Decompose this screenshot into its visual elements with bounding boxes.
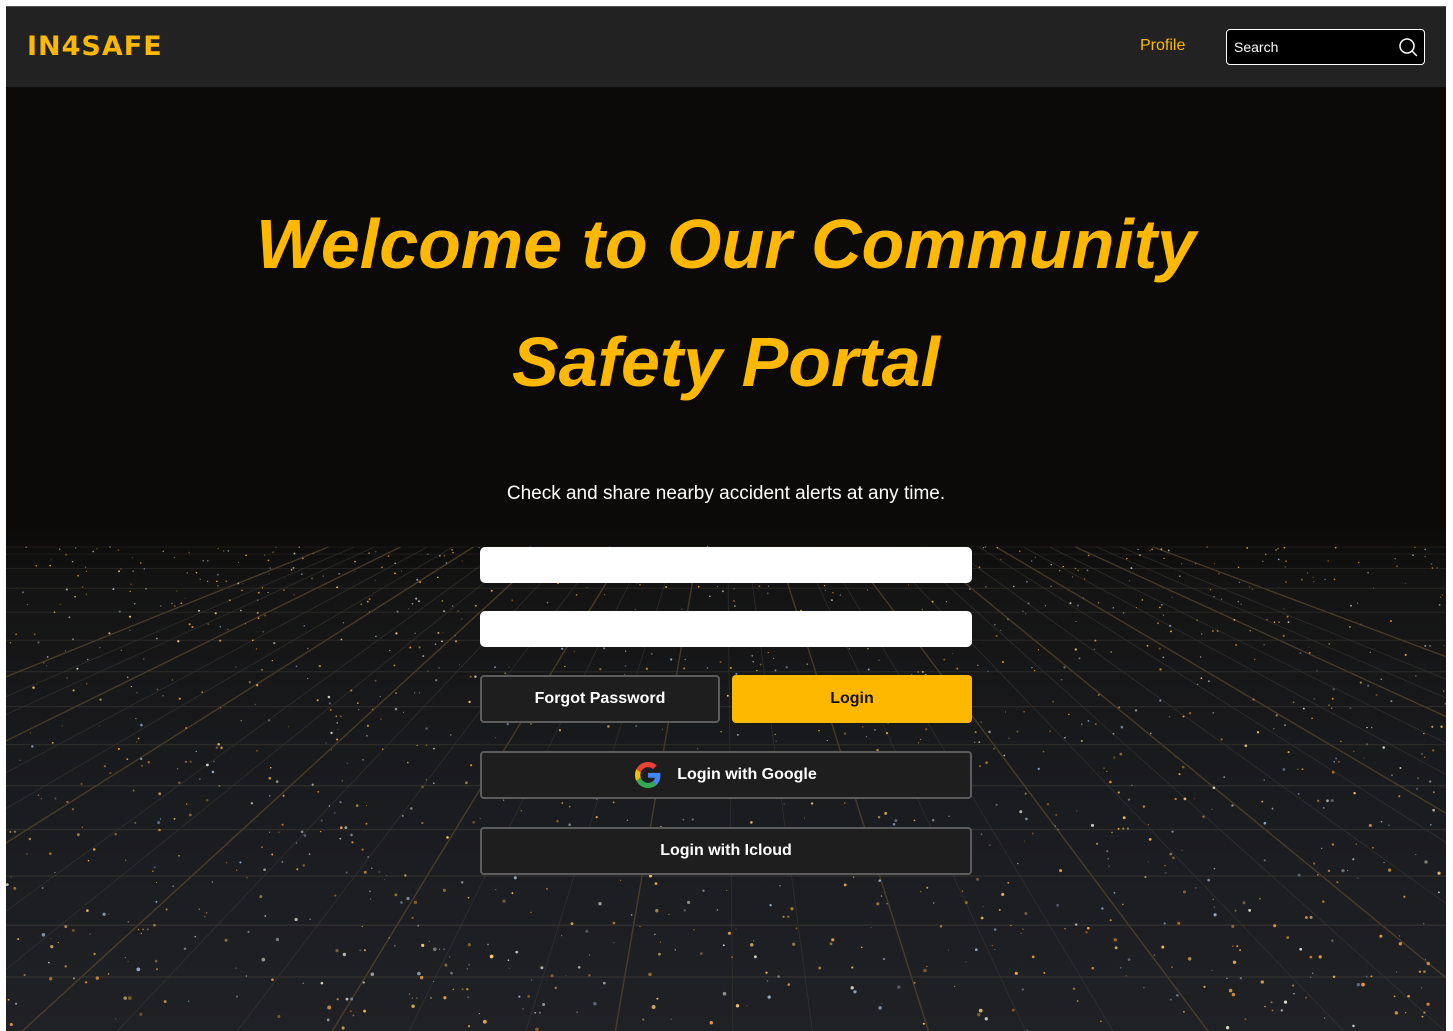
forgot-password-label: Forgot Password (534, 690, 666, 707)
login-with-icloud-label: Login with Icloud (660, 842, 792, 859)
password-field[interactable] (480, 611, 972, 647)
search-input[interactable] (1227, 30, 1387, 64)
page-title: Welcome to Our Community Safety Portal (6, 185, 1446, 421)
app-window: IN4SAFE Profile Welcome to Our Community… (6, 6, 1446, 1031)
forgot-password-button[interactable]: Forgot Password (480, 675, 720, 723)
login-label: Login (830, 690, 874, 707)
search-box[interactable] (1226, 29, 1425, 65)
page-title-line-2: Safety Portal (512, 323, 940, 401)
hero-subtitle: Check and share nearby accident alerts a… (506, 483, 946, 504)
page-title-line-1: Welcome to Our Community (256, 205, 1196, 283)
login-with-google-button[interactable]: Login with Google (480, 751, 972, 799)
navbar: IN4SAFE Profile (6, 7, 1446, 87)
login-button[interactable]: Login (732, 675, 972, 723)
brand-logo[interactable]: IN4SAFE (27, 27, 163, 67)
username-field[interactable] (480, 547, 972, 583)
login-with-icloud-button[interactable]: Login with Icloud (480, 827, 972, 875)
profile-link[interactable]: Profile (1140, 35, 1185, 57)
login-with-google-label: Login with Google (677, 766, 817, 783)
search-icon[interactable] (1398, 37, 1418, 57)
google-icon (635, 762, 661, 788)
